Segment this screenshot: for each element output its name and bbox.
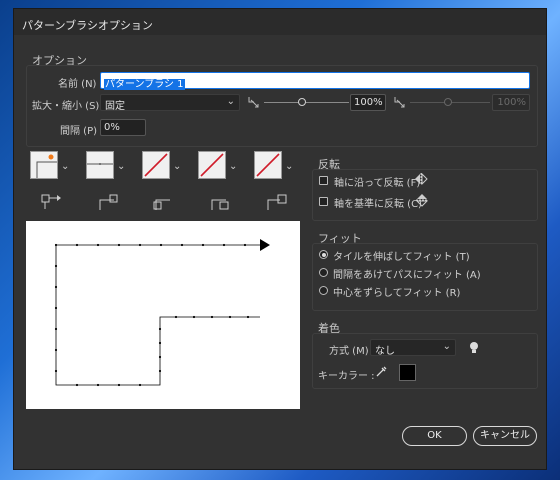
flip-across-icon xyxy=(416,194,428,207)
scale-min-icon xyxy=(248,97,259,108)
scale-value2-field: 100% xyxy=(492,94,530,111)
method-label: 方式 (M) : xyxy=(329,346,376,357)
outer-corner-tile-icon xyxy=(87,163,113,165)
flip-along-checkbox[interactable] xyxy=(319,176,328,185)
chevron-down-icon: ⌄ xyxy=(226,96,235,107)
end-tile-icon xyxy=(256,153,280,177)
name-label: 名前 (N) : xyxy=(58,79,104,90)
fit-stretch-radio[interactable] xyxy=(319,250,328,259)
outer-corner-tile-button[interactable] xyxy=(86,151,114,179)
scale-slider-thumb[interactable] xyxy=(298,98,306,106)
name-field[interactable]: パターンブラシ 1 xyxy=(100,72,530,90)
fit-add-space-radio[interactable] xyxy=(319,268,328,277)
flip-across-checkbox[interactable] xyxy=(319,197,328,206)
end-tile-button[interactable] xyxy=(254,151,282,179)
side-tile-type-icon xyxy=(41,194,61,209)
ok-button[interactable]: OK xyxy=(402,426,467,446)
chevron-down-icon: ⌄ xyxy=(442,341,451,352)
start-tile-icon xyxy=(200,153,224,177)
spacing-label: 間隔 (P) : xyxy=(60,126,104,137)
scale-value-field[interactable]: 100% xyxy=(350,94,386,111)
dialog-title: パターンブラシオプション xyxy=(14,9,546,35)
scale-slider-track[interactable] xyxy=(264,102,349,103)
inner-corner-tile-button[interactable] xyxy=(142,151,170,179)
fit-approximate-label[interactable]: 中心をずらしてフィット (R) xyxy=(333,284,460,299)
scale-mode-select[interactable]: 固定 ⌄ xyxy=(100,94,240,112)
fit-approximate-radio[interactable] xyxy=(319,286,328,295)
key-color-label: キーカラー : xyxy=(318,371,375,382)
chevron-down-icon[interactable]: ⌄ xyxy=(61,161,69,172)
fit-add-space-label[interactable]: 間隔をあけてパスにフィット (A) xyxy=(333,266,481,281)
chevron-down-icon[interactable]: ⌄ xyxy=(173,161,181,172)
flip-along-label[interactable]: 軸に沿って反転 (F) xyxy=(334,174,420,189)
flip-across-label[interactable]: 軸を基準に反転 (C) xyxy=(334,195,422,210)
outer-corner-tile-type-icon xyxy=(99,194,118,210)
start-tile-type-icon xyxy=(211,199,229,210)
name-value: パターンブラシ 1 xyxy=(104,79,185,90)
inner-corner-tile-type-icon xyxy=(153,199,170,210)
brush-preview xyxy=(26,221,300,409)
end-tile-type-icon xyxy=(267,194,287,210)
fit-stretch-label[interactable]: タイルを伸ばしてフィット (T) xyxy=(333,248,470,263)
key-color-swatch[interactable] xyxy=(399,364,416,381)
method-select[interactable]: なし ⌄ xyxy=(370,339,456,357)
preview-path xyxy=(54,239,270,387)
side-tile-icon xyxy=(36,154,57,178)
chevron-down-icon[interactable]: ⌄ xyxy=(117,161,125,172)
method-value: なし xyxy=(375,346,395,357)
scale-label: 拡大・縮小 (S) : xyxy=(32,101,106,112)
eyedropper-icon[interactable] xyxy=(375,365,388,378)
start-tile-button[interactable] xyxy=(198,151,226,179)
chevron-down-icon[interactable]: ⌄ xyxy=(229,161,237,172)
cancel-button[interactable]: キャンセル xyxy=(473,426,537,446)
side-tile-button[interactable] xyxy=(30,151,58,179)
scale-slider2-thumb xyxy=(444,98,452,106)
scale-max-icon xyxy=(394,97,405,108)
pattern-brush-options-dialog: パターンブラシオプション オプション 名前 (N) : パターンブラシ 1 拡大… xyxy=(13,8,547,470)
inner-corner-tile-icon xyxy=(144,153,168,177)
chevron-down-icon[interactable]: ⌄ xyxy=(285,161,293,172)
lightbulb-icon[interactable] xyxy=(469,341,479,355)
spacing-field[interactable]: 0% xyxy=(100,119,146,136)
flip-along-icon xyxy=(415,173,428,185)
scale-mode-value: 固定 xyxy=(105,101,125,112)
